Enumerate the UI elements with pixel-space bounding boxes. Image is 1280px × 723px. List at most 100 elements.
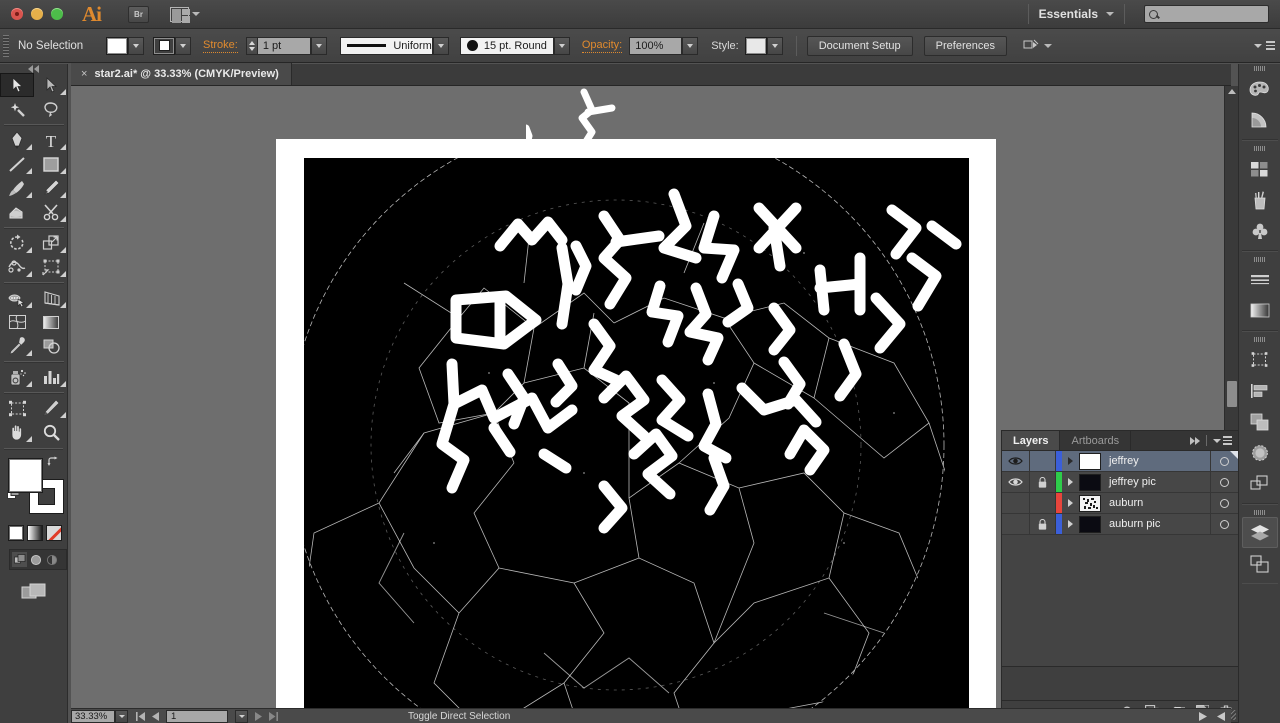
layer-lock-toggle[interactable] [1030,493,1056,513]
tab-layers[interactable]: Layers [1002,431,1061,450]
color-panel-icon[interactable] [1242,73,1278,104]
stroke-weight-control[interactable]: 1 pt [245,36,327,55]
workspace-chevron-down-icon[interactable] [1106,12,1114,16]
pathfinder-panel-icon[interactable] [1242,406,1278,437]
go-to-bridge-button[interactable]: Br [128,5,149,23]
maximize-window-button[interactable] [51,8,63,20]
close-icon[interactable]: × [81,68,87,80]
stroke-control[interactable] [153,36,191,55]
layer-expand-toggle[interactable] [1062,499,1079,507]
none-fill-icon[interactable] [46,525,62,541]
layer-visibility-toggle[interactable] [1002,493,1030,513]
layer-visibility-toggle[interactable] [1002,514,1030,534]
stroke-profile-control[interactable]: Uniform [339,36,449,55]
fill-control[interactable] [106,36,144,55]
fill-proxy-swatch[interactable] [8,458,43,493]
graphic-style-swatch[interactable] [744,36,767,55]
opacity-control[interactable]: 100% [629,36,699,55]
document-setup-button[interactable]: Document Setup [806,35,913,56]
layer-name[interactable]: auburn pic [1101,518,1210,530]
stroke-panel-icon[interactable] [1242,264,1278,295]
change-screen-mode-button[interactable] [0,582,67,602]
close-window-button[interactable] [11,8,23,20]
dock-group-grip[interactable] [1242,64,1278,73]
artboard-number-input[interactable]: 1 [166,709,228,723]
width-tool[interactable] [0,255,34,279]
align-to-control[interactable] [1023,39,1052,53]
gradient-fill-icon[interactable] [27,525,43,541]
search-input[interactable] [1144,5,1269,23]
artboard[interactable] [276,139,996,723]
brush-dropdown-button[interactable] [553,36,570,55]
previous-artboard-icon[interactable] [152,711,159,721]
fill-swatch[interactable] [106,36,128,55]
magic-wand-tool[interactable] [0,97,34,121]
collapse-to-icons-icon[interactable] [1190,436,1200,445]
tab-artboards[interactable]: Artboards [1060,431,1132,450]
transform-panel-icon[interactable] [1242,344,1278,375]
dock-group-grip[interactable] [1242,144,1278,153]
symbol-sprayer-tool[interactable] [0,365,34,389]
eyedropper-tool[interactable] [0,334,34,358]
opacity-label[interactable]: Opacity: [581,39,623,53]
zoom-level-dropdown-button[interactable] [115,709,128,723]
opacity-input[interactable]: 100% [629,36,683,55]
status-text[interactable]: Toggle Direct Selection [408,711,510,722]
line-segment-tool[interactable] [0,152,34,176]
layer-target-indicator[interactable] [1210,514,1238,534]
draw-inside-icon[interactable] [44,552,59,567]
artboards-panel-icon[interactable] [1242,548,1278,579]
table-row[interactable]: auburn pic [1002,514,1238,535]
status-expand-icon[interactable] [1199,711,1207,721]
stroke-weight-stepper[interactable] [245,36,257,55]
stroke-profile-dropdown-button[interactable] [432,36,449,55]
table-row[interactable]: auburn [1002,493,1238,514]
opacity-dropdown-button[interactable] [682,36,699,55]
tools-panel-grip[interactable] [0,64,67,73]
scale-tool[interactable] [34,231,68,255]
type-tool[interactable]: T [34,128,68,152]
rectangle-tool[interactable] [34,152,68,176]
stroke-weight-label[interactable]: Stroke: [203,39,238,53]
layer-lock-toggle[interactable] [1030,514,1056,534]
layers-panel-icon[interactable] [1241,517,1278,548]
artboard-tool[interactable] [0,396,34,420]
layer-name[interactable]: jeffrey pic [1101,476,1210,488]
gradient-panel-icon[interactable] [1242,295,1278,326]
perspective-grid-tool[interactable] [34,286,68,310]
layer-expand-toggle[interactable] [1062,520,1079,528]
table-row[interactable]: jeffrey [1002,451,1238,472]
blend-tool[interactable] [34,334,68,358]
layer-expand-toggle[interactable] [1062,457,1079,465]
align-panel-icon[interactable] [1242,375,1278,406]
dock-group-grip[interactable] [1242,255,1278,264]
preferences-button[interactable]: Preferences [923,35,1007,56]
swatches-panel-icon[interactable] [1242,153,1278,184]
layer-name[interactable]: auburn [1101,497,1210,509]
scroll-up-icon[interactable] [1228,89,1236,94]
first-artboard-icon[interactable] [136,711,145,721]
free-transform-tool[interactable] [34,255,68,279]
rotate-tool[interactable] [0,231,34,255]
stroke-weight-input[interactable]: 1 pt [256,36,311,55]
column-graph-tool[interactable] [34,365,68,389]
draw-behind-icon[interactable] [28,552,43,567]
vertical-scroll-thumb[interactable] [1227,381,1237,407]
graphic-style-dropdown-button[interactable] [766,36,783,55]
lasso-tool[interactable] [34,97,68,121]
control-bar-menu-button[interactable] [1254,41,1275,50]
stroke-dropdown-button[interactable] [175,36,191,55]
brush-definition-control[interactable]: 15 pt. Round [459,36,570,55]
paintbrush-tool[interactable] [0,176,34,200]
workspace-switcher[interactable]: Essentials [1039,7,1098,21]
brushes-panel-icon[interactable] [1242,184,1278,215]
selection-tool[interactable] [0,73,34,97]
zoom-tool[interactable] [34,420,68,444]
panel-menu-icon[interactable] [1213,436,1232,445]
layer-lock-toggle[interactable] [1030,451,1056,471]
draw-normal-icon[interactable] [12,552,27,567]
next-artboard-icon[interactable] [255,711,262,721]
stroke-weight-dropdown-button[interactable] [310,36,327,55]
arrange-documents-button[interactable] [170,6,200,23]
last-artboard-icon[interactable] [269,711,278,721]
